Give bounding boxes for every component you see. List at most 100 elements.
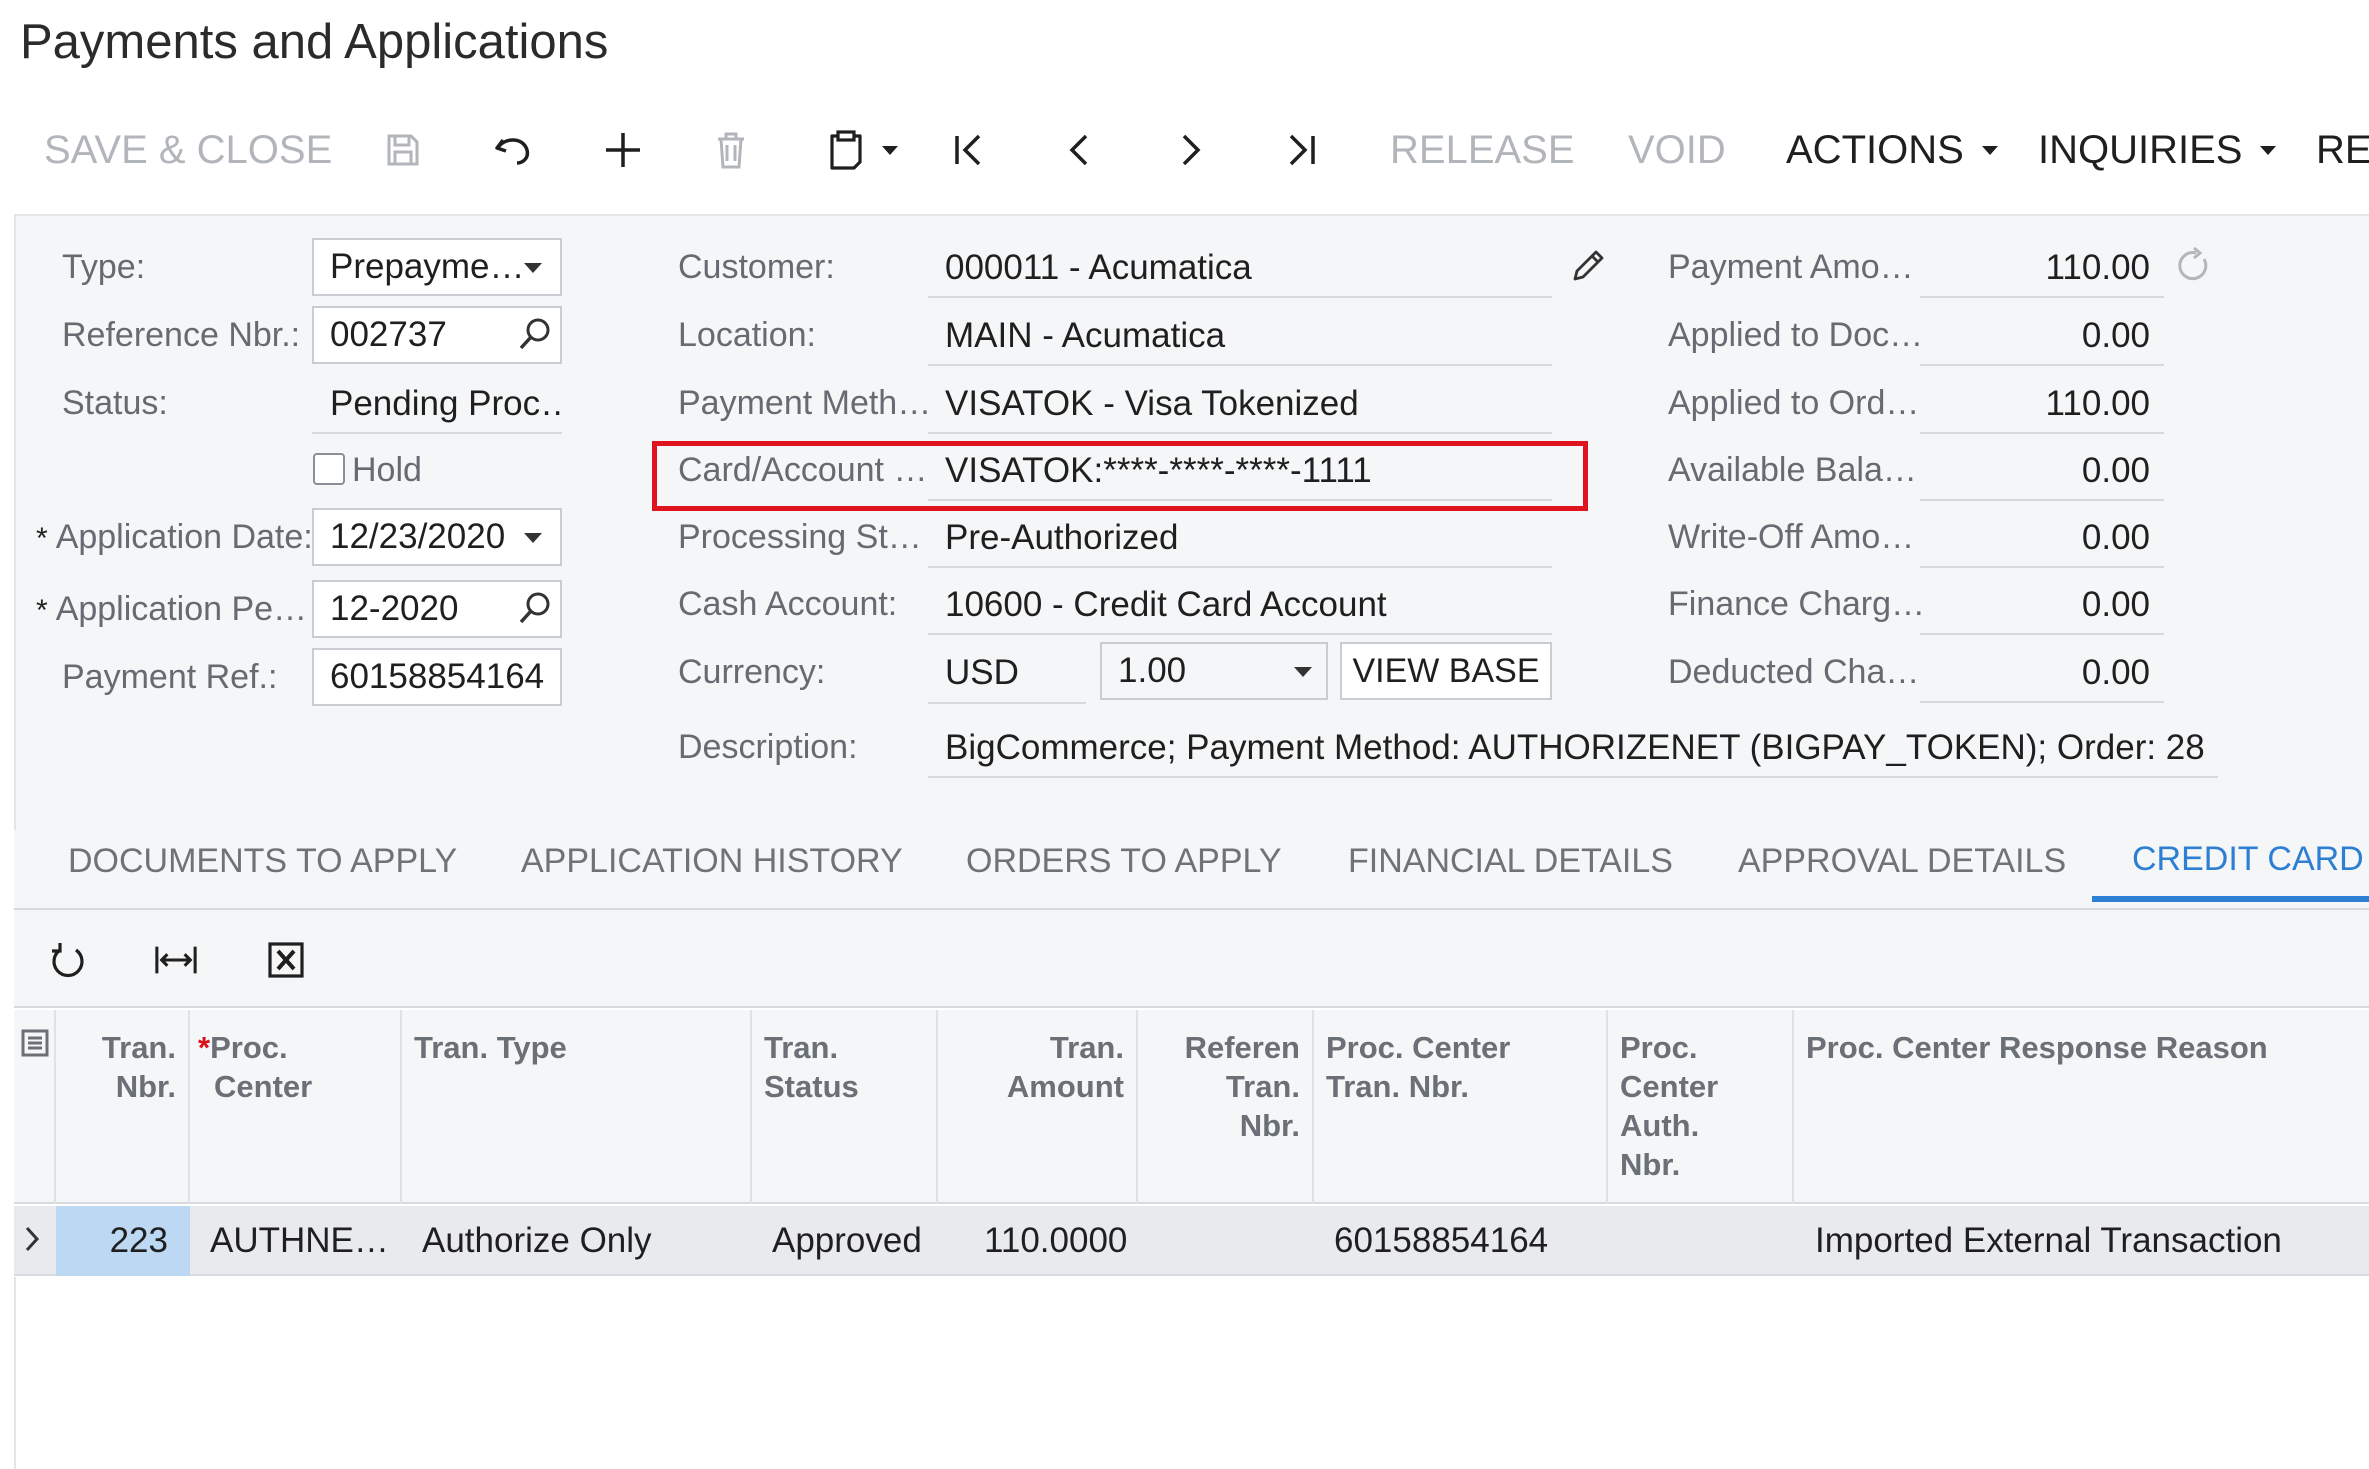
payment-amount-label: Payment Amo… [1668,248,1914,286]
header-line: Tran. [764,1030,839,1065]
reports-menu[interactable]: RE [2316,112,2369,188]
header-line: Tran. [101,1030,176,1065]
header-line: Center [214,1069,313,1104]
view-base-button[interactable]: VIEW BASE [1340,642,1552,700]
status-underline [312,374,562,434]
chevron-down-icon [524,263,542,273]
location-label: Location: [678,316,816,354]
chevron-right-icon[interactable] [22,1224,42,1259]
cell-tran-status[interactable]: Approved [772,1206,932,1276]
available-balance-label: Available Bala… [1668,451,1917,489]
application-period-value: 12-2020 [330,589,459,628]
hold-checkbox[interactable] [313,453,345,485]
cell-tran-type[interactable]: Authorize Only [422,1206,742,1276]
actions-menu[interactable]: ACTIONS [1786,112,1998,188]
deducted-charges-underline [1920,643,2164,703]
release-button[interactable]: RELEASE [1390,112,1575,188]
currency-rate-value: 1.00 [1118,651,1187,690]
next-record-icon[interactable] [1168,112,1212,188]
cell-proc-center-tran-nbr[interactable]: 60158854164 [1334,1206,1604,1276]
header-line: Auth. [1620,1108,1700,1143]
deducted-charges-label: Deducted Cha… [1668,653,1920,691]
add-icon[interactable] [598,112,648,188]
column-tran-amount[interactable]: Tran. Amount [938,1010,1138,1204]
header-line: Proc. [210,1030,288,1065]
header-line: Center [1620,1069,1719,1104]
header-line: Amount [1006,1069,1124,1104]
column-response-reason[interactable]: Proc. Center Response Reason [1794,1010,2369,1204]
delete-icon[interactable] [706,112,756,188]
currency-underline [928,640,1086,704]
tab-approval-details[interactable]: APPROVAL DETAILS [1738,842,2066,881]
actions-label: ACTIONS [1786,127,1964,172]
column-tran-status[interactable]: Tran. Status [752,1010,938,1204]
first-record-icon[interactable] [948,112,992,188]
header-line: Tran. Type [414,1030,567,1065]
application-date-label-text: Application Date: [55,518,313,556]
payment-ref-input[interactable]: 60158854164 [312,648,562,706]
required-marker: * [36,522,48,555]
header-line: Tran. [1049,1030,1124,1065]
undo-icon[interactable] [488,112,538,188]
reference-nbr-label: Reference Nbr.: [62,316,301,354]
cell-response-reason[interactable]: Imported External Transaction [1815,1206,2365,1276]
location-underline [928,306,1552,366]
header-line: Tran. Nbr. [1326,1069,1469,1104]
processing-status-label: Processing St… [678,518,922,556]
tab-credit-card[interactable]: CREDIT CARD I [2132,840,2369,879]
cell-ref-tran-nbr[interactable] [1158,1206,1308,1276]
fit-columns-icon[interactable] [154,938,198,982]
cell-tran-nbr[interactable]: 223 [56,1206,190,1276]
payment-method-label: Payment Meth… [678,384,932,422]
void-button[interactable]: VOID [1628,112,1726,188]
column-tran-type[interactable]: Tran. Type [402,1010,752,1204]
payment-amount-underline [1920,238,2164,298]
tab-documents-to-apply[interactable]: DOCUMENTS TO APPLY [68,842,457,881]
edit-pencil-icon[interactable] [1570,248,1606,289]
payment-ref-label: Payment Ref.: [62,658,278,696]
last-record-icon[interactable] [1278,112,1322,188]
cell-auth-nbr[interactable] [1628,1206,1788,1276]
chevron-down-icon [1294,667,1312,677]
header-line: Tran. [1225,1069,1300,1104]
tab-financial-details[interactable]: FINANCIAL DETAILS [1348,842,1673,881]
chevron-down-icon[interactable] [524,533,542,543]
export-excel-icon[interactable] [264,938,308,982]
chevron-down-icon [2260,145,2277,155]
type-value: Prepayme… [330,247,525,286]
copy-paste-icon[interactable] [818,112,908,188]
application-date-label: * Application Date: [36,518,313,557]
status-label: Status: [62,384,168,422]
finance-charges-label: Finance Charg… [1668,585,1926,623]
previous-record-icon[interactable] [1058,112,1102,188]
tab-application-history[interactable]: APPLICATION HISTORY [521,842,903,881]
header-line: Proc. Center Response Reason [1806,1030,2268,1065]
column-tran-nbr[interactable]: Tran. Nbr. [56,1010,190,1204]
refresh-icon[interactable] [2174,246,2212,290]
hold-label: Hold [352,451,422,489]
applied-to-documents-label: Applied to Doc… [1668,316,1924,354]
column-proc-center[interactable]: *Proc. Center [190,1010,402,1204]
description-underline [928,718,2218,778]
finance-charges-underline [1920,575,2164,635]
search-icon[interactable] [518,591,552,630]
cell-proc-center[interactable]: AUTHNE… [210,1206,390,1276]
active-tab-indicator [2092,896,2369,902]
save-icon[interactable] [378,112,428,188]
customer-label: Customer: [678,248,835,286]
required-marker: * [36,594,48,627]
main-toolbar: SAVE & CLOSE RELEASE VOID ACTIONS INQUIR… [0,112,2369,188]
applied-to-orders-underline [1920,374,2164,434]
search-icon[interactable] [518,317,552,356]
header-line: Proc. [1620,1030,1698,1065]
inquiries-menu[interactable]: INQUIRIES [2038,112,2277,188]
save-close-button[interactable]: SAVE & CLOSE [44,112,332,188]
column-ref-tran-nbr[interactable]: Referen Tran. Nbr. [1138,1010,1314,1204]
cell-tran-amount[interactable]: 110.0000 [984,1206,1134,1276]
column-proc-center-auth-nbr[interactable]: Proc. Center Auth. Nbr. [1608,1010,1794,1204]
header-line: Proc. Center [1326,1030,1511,1065]
refresh-icon[interactable] [46,938,90,982]
required-marker: * [198,1030,211,1065]
column-proc-center-tran-nbr[interactable]: Proc. Center Tran. Nbr. [1314,1010,1608,1204]
tab-orders-to-apply[interactable]: ORDERS TO APPLY [966,842,1282,881]
